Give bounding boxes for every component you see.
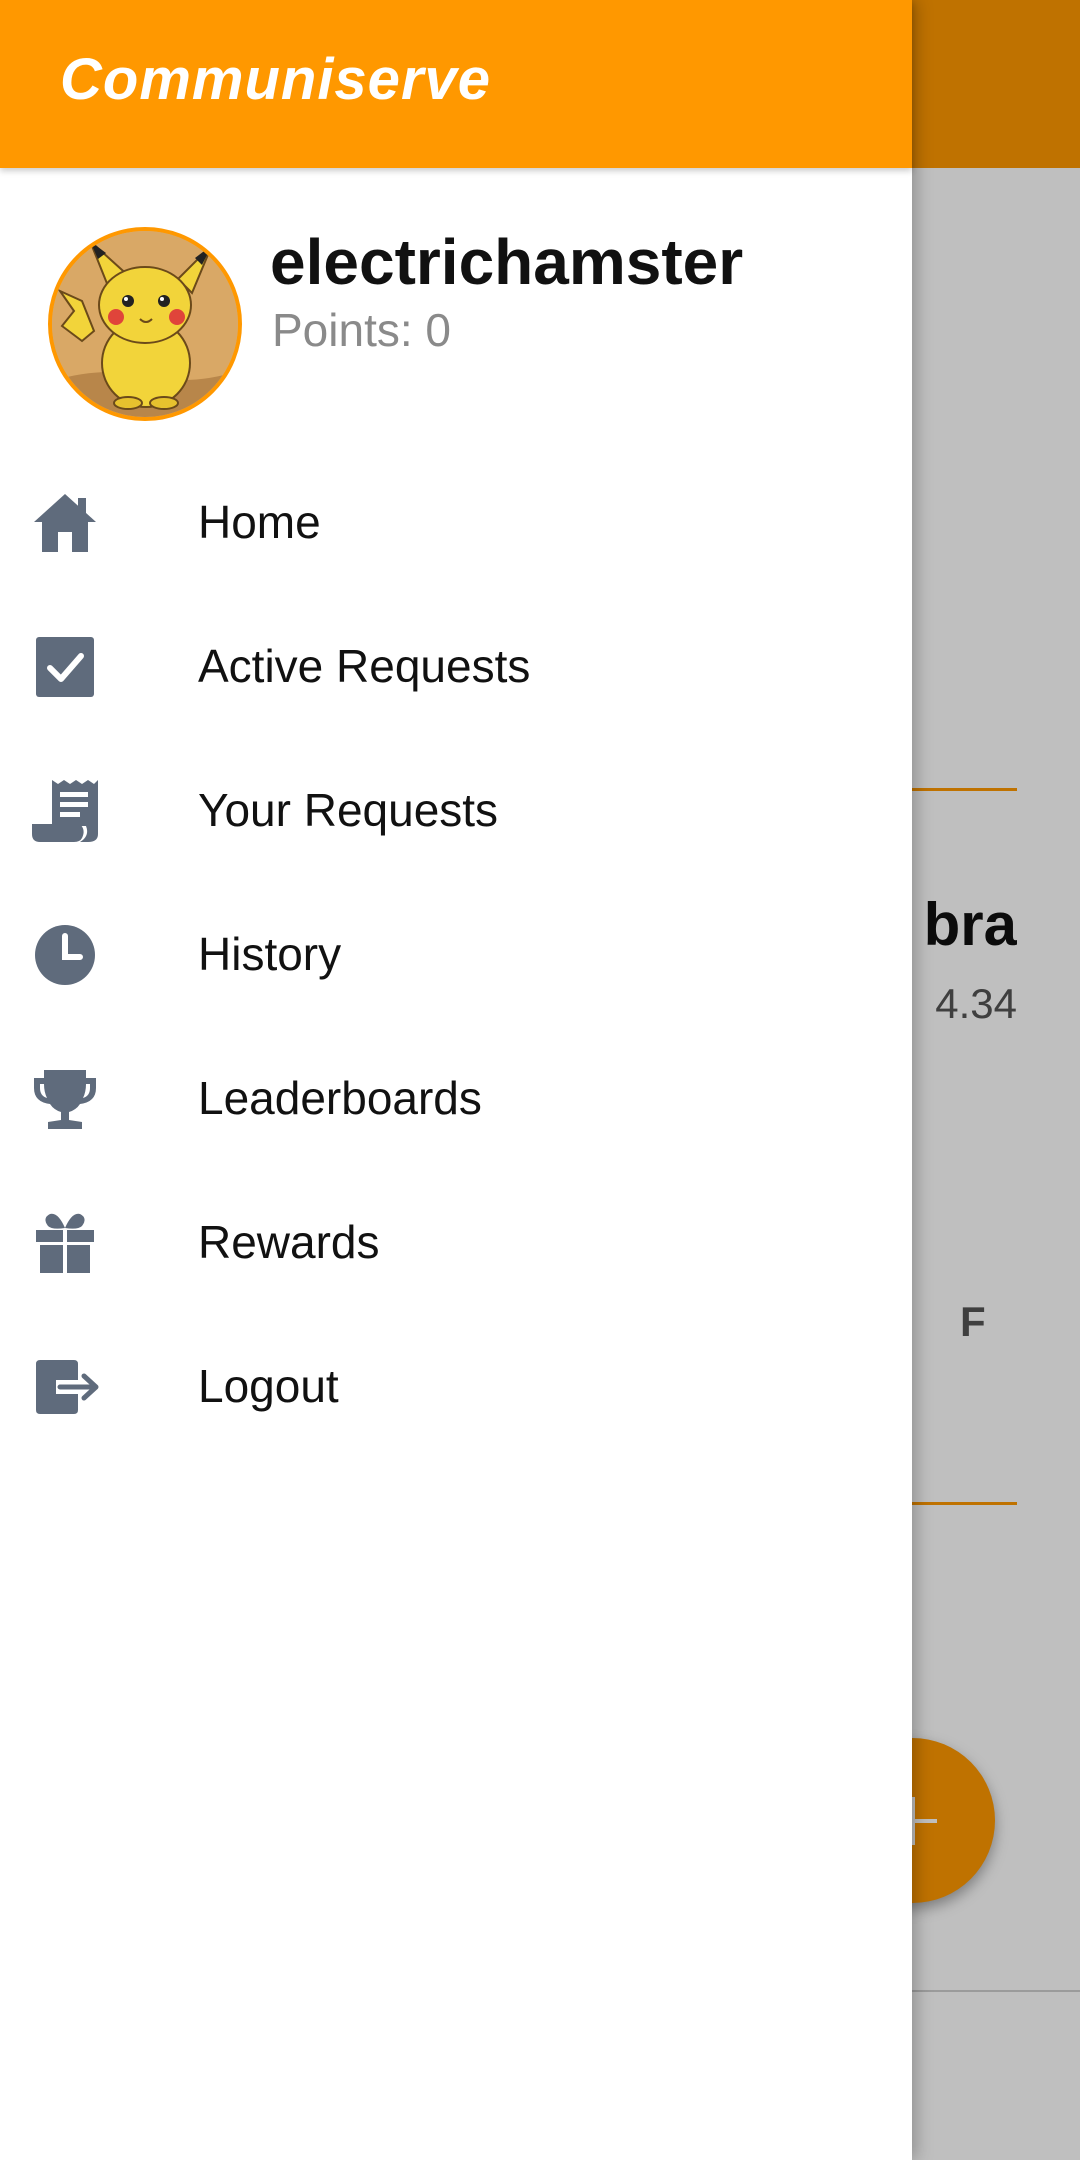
menu-item-active-requests[interactable]: Active Requests — [0, 594, 912, 738]
home-icon — [30, 490, 100, 556]
user-profile: electrichamster Points: 0 — [0, 225, 912, 425]
logout-icon — [30, 1354, 100, 1420]
menu-item-your-requests[interactable]: Your Requests — [0, 738, 912, 882]
trophy-icon — [30, 1066, 100, 1132]
username: electrichamster — [270, 226, 744, 298]
points-label: Points: 0 — [272, 304, 451, 356]
menu-item-leaderboards[interactable]: Leaderboards — [0, 1026, 912, 1170]
receipt-icon — [30, 778, 100, 844]
menu-item-label: Your Requests — [198, 784, 499, 836]
avatar-image — [52, 231, 238, 417]
menu-item-home[interactable]: Home — [0, 450, 912, 594]
menu-item-label: Active Requests — [198, 640, 531, 692]
menu-item-rewards[interactable]: Rewards — [0, 1170, 912, 1314]
menu-item-label: History — [198, 928, 342, 980]
drawer-menu: Home Active Requests Your Requests Histo… — [0, 450, 912, 1458]
drawer-header: Communiserve — [0, 0, 912, 168]
menu-item-logout[interactable]: Logout — [0, 1314, 912, 1458]
gift-icon — [30, 1210, 100, 1276]
app-title: Communiserve — [60, 47, 492, 112]
avatar[interactable] — [48, 227, 242, 421]
menu-item-label: Rewards — [198, 1216, 380, 1268]
menu-item-label: Logout — [198, 1360, 339, 1412]
menu-item-history[interactable]: History — [0, 882, 912, 1026]
clock-icon — [30, 922, 100, 988]
menu-item-label: Leaderboards — [198, 1072, 482, 1124]
navigation-drawer: Communiserve electrichamster Points: 0 H… — [0, 0, 912, 2160]
checkbox-icon — [30, 634, 100, 700]
menu-item-label: Home — [198, 496, 321, 548]
